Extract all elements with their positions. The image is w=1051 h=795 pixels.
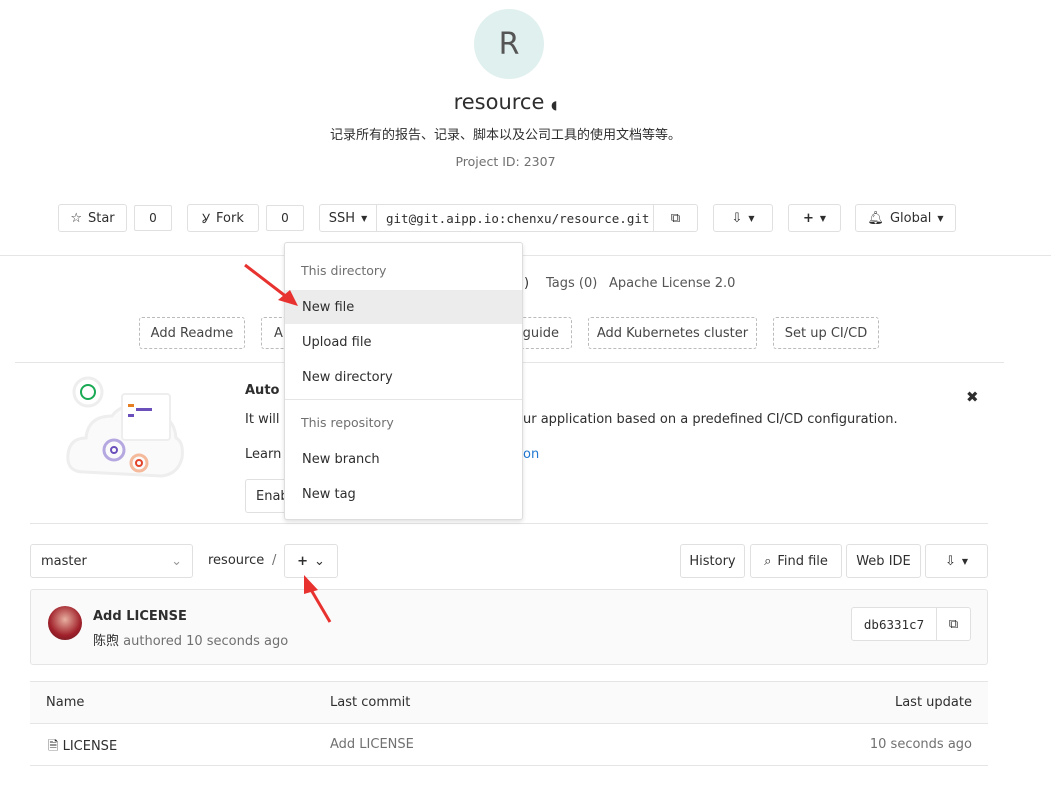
find-file-button[interactable]: ⌕ Find file [750, 544, 842, 578]
menu-divider [285, 399, 522, 400]
caret-down-icon: ▼ [361, 213, 368, 223]
license-link[interactable]: Apache License 2.0 [609, 276, 735, 291]
copy-url-button[interactable]: ⧉ [653, 204, 698, 232]
web-ide-button[interactable]: Web IDE [846, 544, 921, 578]
last-commit-panel: Add LICENSE 陈煦 authored 10 seconds ago d… [30, 589, 988, 665]
breadcrumb-path[interactable]: resource [208, 553, 264, 568]
add-dropdown-menu: This directory New file Upload file New … [284, 242, 523, 520]
branch-select[interactable]: master ⌄ [30, 544, 193, 578]
project-name: resource [453, 90, 545, 114]
download-icon: ⇩ [731, 210, 743, 226]
file-name: LICENSE [62, 739, 118, 754]
banner-learn-link[interactable]: on [523, 447, 539, 462]
star-button[interactable]: ☆ Star [58, 204, 127, 232]
commit-author[interactable]: 陈煦 [93, 634, 119, 649]
copy-sha-button[interactable]: ⧉ [936, 607, 971, 641]
copy-icon: ⧉ [948, 616, 959, 632]
col-last-commit: Last commit [330, 695, 411, 710]
shield-icon: ◖ [551, 98, 558, 112]
commit-message[interactable]: Add LICENSE [93, 609, 187, 624]
chevron-down-icon: ⌄ [314, 553, 325, 569]
caret-down-icon: ▼ [748, 213, 755, 223]
fork-button[interactable]: Ỿ Fork [187, 204, 259, 232]
plus-icon: + [802, 210, 814, 226]
col-last-update: Last update [894, 695, 972, 710]
menu-item-new-branch[interactable]: New branch [285, 442, 522, 476]
add-readme-button[interactable]: Add Readme [139, 317, 245, 349]
banner-text-end: ur application based on a predefined CI/… [523, 412, 898, 427]
star-count[interactable]: 0 [134, 205, 172, 231]
divider [0, 255, 1051, 256]
setup-cicd-button[interactable]: Set up CI/CD [773, 317, 879, 349]
project-avatar: R [474, 9, 544, 79]
annotation-arrow [244, 263, 298, 306]
menu-item-new-directory[interactable]: New directory [285, 360, 522, 394]
find-file-label: Find file [777, 553, 828, 569]
col-name: Name [46, 695, 85, 710]
fork-count[interactable]: 0 [266, 205, 304, 231]
search-icon: ⌕ [764, 553, 772, 569]
annotation-arrow [304, 575, 332, 623]
divider [30, 523, 988, 524]
bell-icon: 🔔︎ [867, 210, 884, 226]
add-button[interactable]: + ▼ [788, 204, 841, 232]
auto-devops-illustration [66, 376, 184, 478]
menu-item-new-file[interactable]: New file [285, 290, 522, 324]
file-link[interactable]: 🗎︎ LICENSE [48, 737, 117, 759]
history-button[interactable]: History [680, 544, 745, 578]
menu-item-upload-file[interactable]: Upload file [285, 325, 522, 359]
chevron-down-icon: ⌄ [171, 553, 182, 569]
fork-icon: Ỿ [202, 212, 210, 227]
stat-partial: ) [524, 276, 530, 291]
caret-down-icon: ▼ [937, 213, 944, 223]
notification-label: Global [889, 210, 932, 226]
author-avatar[interactable] [48, 606, 82, 640]
download-button[interactable]: ⇩ ▼ [713, 204, 773, 232]
project-title: resource ◖ [0, 90, 1011, 114]
star-label: Star [87, 210, 115, 226]
commit-meta: authored 10 seconds ago [123, 634, 289, 649]
table-header: Name Last commit Last update [30, 681, 988, 724]
project-id: Project ID: 2307 [455, 154, 556, 169]
branch-name: master [41, 553, 87, 569]
banner-learn: Learn [245, 447, 282, 462]
tags-link[interactable]: Tags (0) [546, 276, 597, 291]
caret-down-icon: ▼ [961, 556, 969, 566]
breadcrumb-separator: / [272, 553, 277, 568]
protocol-label: SSH [328, 210, 356, 226]
file-icon: 🗎︎ [48, 739, 59, 754]
menu-header-directory: This directory [301, 263, 387, 278]
plus-icon: + [297, 553, 308, 569]
copy-icon: ⧉ [670, 210, 681, 226]
menu-item-new-tag[interactable]: New tag [285, 477, 522, 511]
project-description: 记录所有的报告、记录、脚本以及公司工具的使用文档等等。 [329, 128, 681, 143]
table-row: 🗎︎ LICENSE Add LICENSE 10 seconds ago [30, 724, 988, 766]
row-updated: 10 seconds ago [869, 737, 972, 752]
protocol-dropdown[interactable]: SSH ▼ [319, 204, 377, 232]
download-icon: ⇩ [944, 553, 956, 569]
fork-label: Fork [216, 210, 244, 226]
download-button[interactable]: ⇩ ▼ [925, 544, 988, 578]
commit-sha[interactable]: db6331c7 [851, 607, 937, 641]
notification-button[interactable]: 🔔︎ Global ▼ [855, 204, 956, 232]
caret-down-icon: ▼ [819, 213, 827, 223]
add-kubernetes-button[interactable]: Add Kubernetes cluster [588, 317, 757, 349]
star-icon: ☆ [70, 210, 82, 226]
menu-header-repository: This repository [301, 415, 394, 430]
row-commit[interactable]: Add LICENSE [330, 737, 414, 752]
clone-url-input[interactable]: git@git.aipp.io:chenxu/resource.git [376, 204, 654, 232]
close-icon[interactable]: ✖ [966, 388, 979, 406]
